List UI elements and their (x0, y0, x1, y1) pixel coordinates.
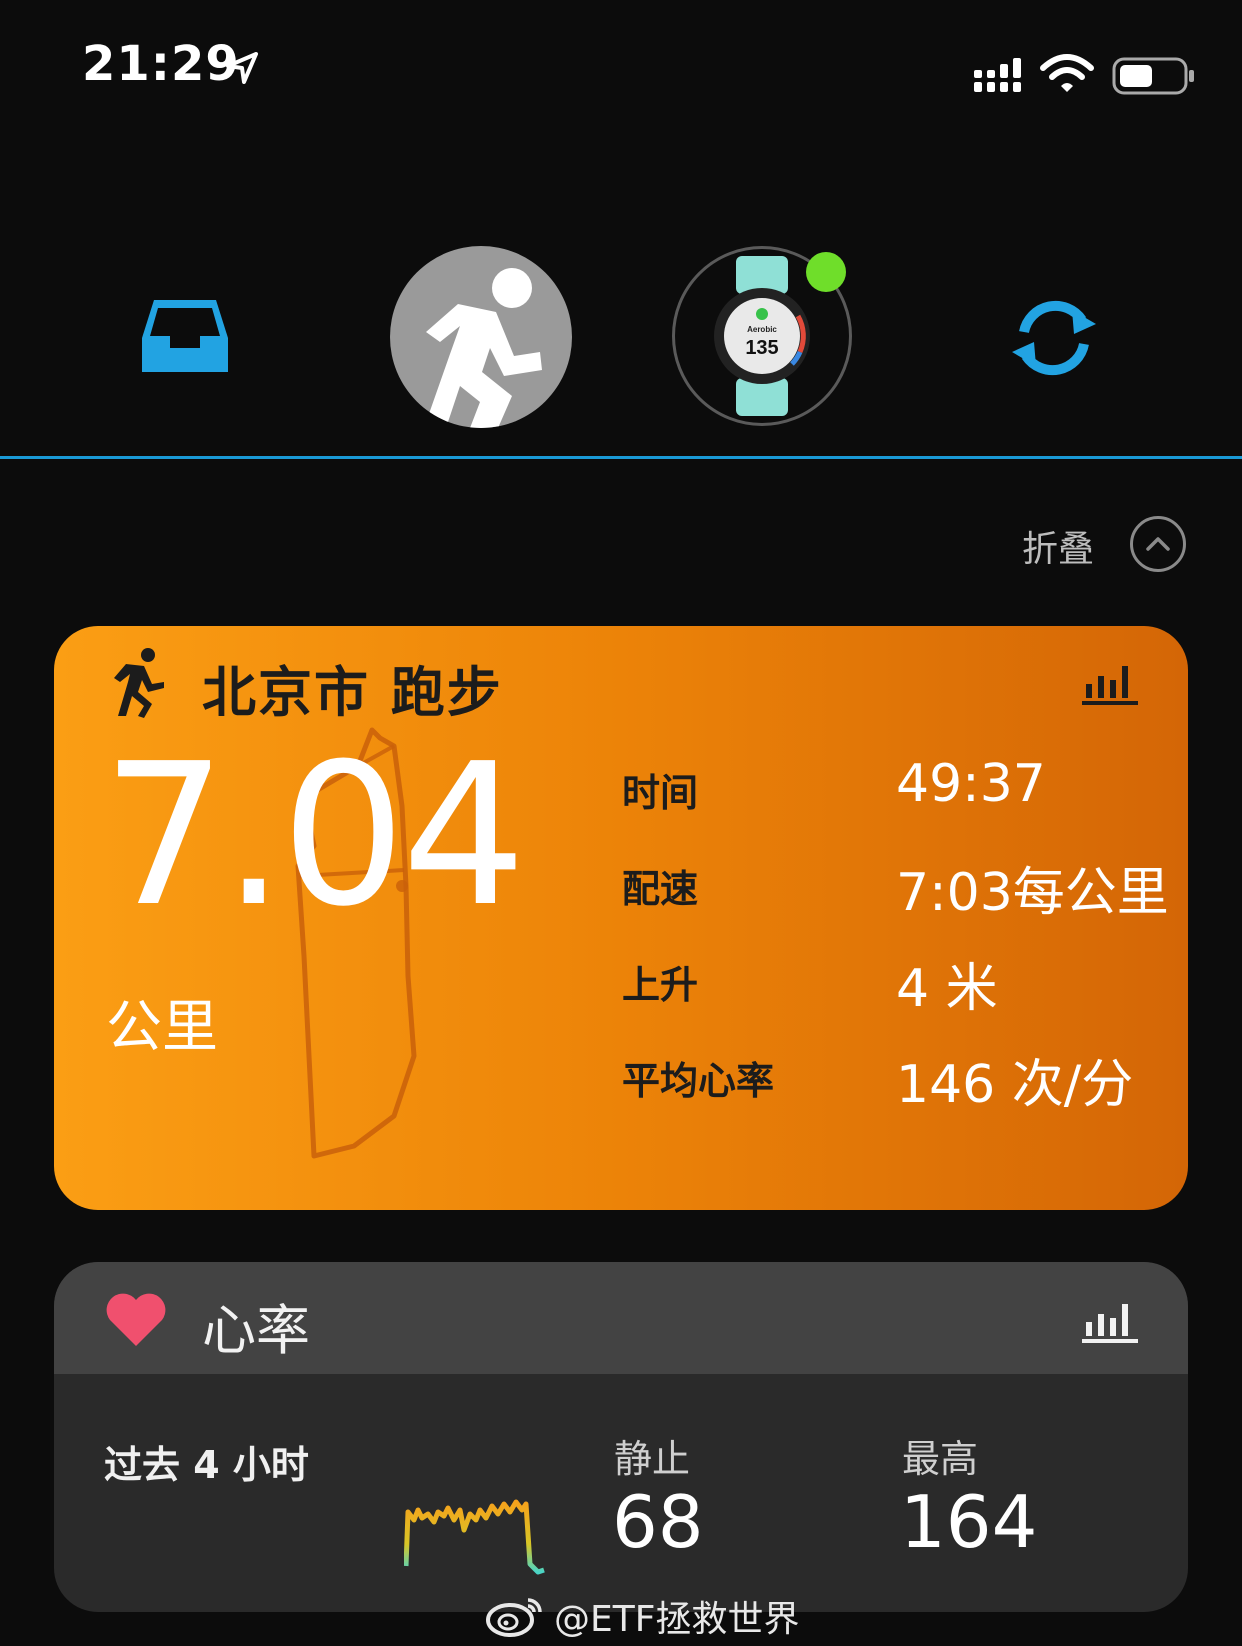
profile-avatar-button[interactable] (390, 246, 572, 428)
inbox-button[interactable] (130, 286, 240, 386)
resting-hr-label: 静止 (614, 1437, 691, 1481)
distance-unit: 公里 (106, 995, 218, 1060)
bar-chart-icon[interactable] (1082, 1294, 1138, 1344)
watermark: @ETF拯救世界 (484, 1590, 799, 1642)
max-hr-label: 最高 (902, 1437, 979, 1481)
heart-icon (106, 1293, 166, 1346)
nav-divider (0, 456, 1242, 459)
pace-label: 配速 (622, 867, 699, 911)
duration-label: 时间 (622, 771, 699, 815)
location-arrow-icon (226, 52, 258, 84)
max-hr-value: 164 (900, 1480, 1038, 1564)
running-person-avatar-icon (424, 268, 542, 428)
watch-mode-text: Aerobic (747, 325, 777, 334)
chevron-up-icon (1146, 537, 1170, 551)
weibo-logo-icon (486, 1598, 542, 1637)
collapse-button[interactable] (1130, 516, 1186, 572)
ascent-value: 4 米 (896, 959, 998, 1019)
duration-value: 49:37 (896, 754, 1046, 814)
sync-button[interactable] (1004, 288, 1104, 388)
heart-rate-card[interactable]: 心率 过去 4 小时 静止 68 最高 164 (54, 1262, 1188, 1612)
running-activity-icon (114, 648, 164, 718)
bar-chart-icon[interactable] (1082, 656, 1138, 706)
heart-rate-title: 心率 (202, 1299, 310, 1362)
watermark-text: @ETF拯救世界 (554, 1599, 800, 1640)
heart-rate-period: 过去 4 小时 (104, 1443, 309, 1487)
heart-rate-sparkline (404, 1499, 545, 1575)
cellular-signal-icon (974, 58, 1021, 92)
inbox-icon (142, 300, 228, 372)
collapse-label[interactable]: 折叠 (1022, 520, 1094, 572)
distance-value: 7.04 (102, 722, 526, 950)
status-time: 21:29 (82, 36, 240, 92)
avg-heart-rate-label: 平均心率 (622, 1059, 775, 1103)
sync-icon (1012, 300, 1096, 376)
activity-card[interactable]: 北京市 跑步 7.04 公里 时间 49:37 配速 7:03每公里 上升 4 … (54, 626, 1188, 1210)
wifi-icon (1040, 54, 1094, 92)
resting-hr-value: 68 (612, 1480, 704, 1564)
activity-title: 北京市 跑步 (202, 661, 503, 724)
device-connected-indicator (806, 252, 846, 292)
pace-value: 7:03每公里 (896, 863, 1169, 923)
watch-icon: Aerobic 135 (714, 256, 810, 416)
battery-icon (1112, 57, 1194, 95)
ascent-label: 上升 (622, 963, 699, 1007)
watch-value-text: 135 (745, 337, 778, 359)
avg-heart-rate-value: 146 次/分 (896, 1055, 1134, 1115)
